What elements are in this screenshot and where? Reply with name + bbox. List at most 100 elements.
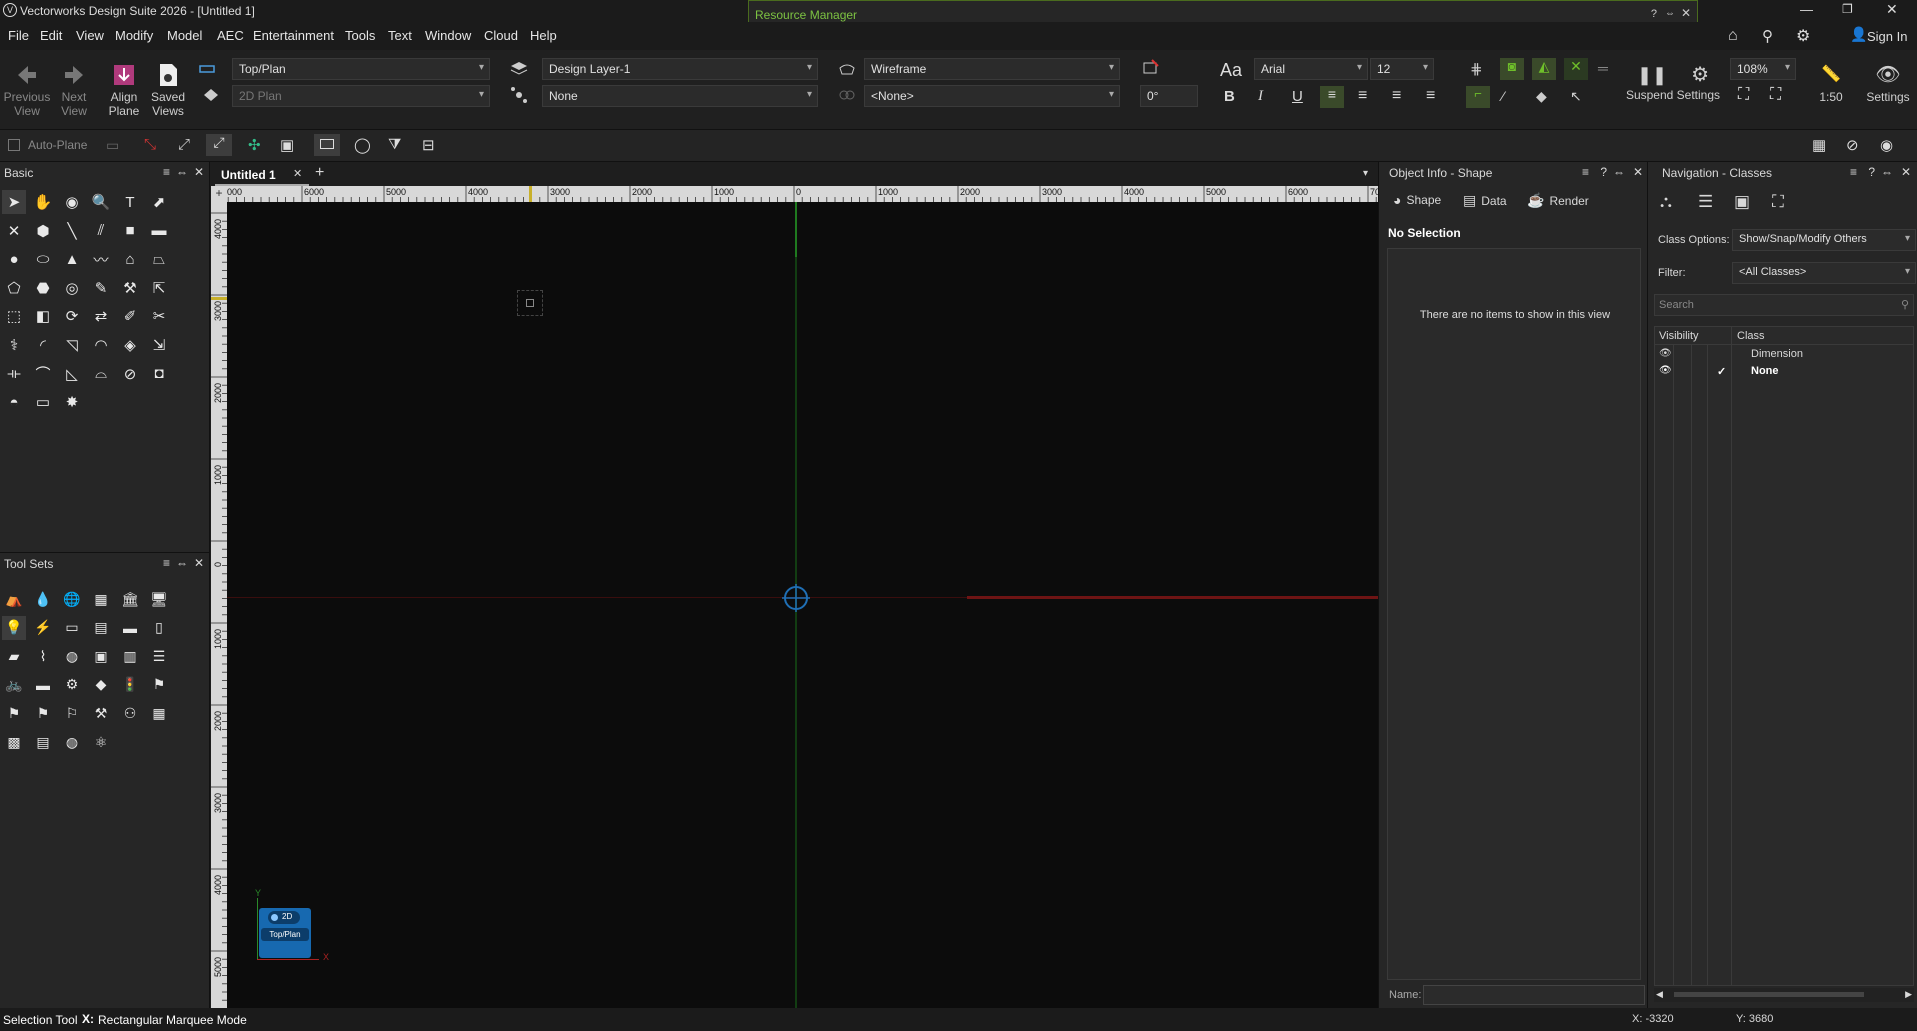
- oip-help-icon[interactable]: ?: [1600, 165, 1607, 179]
- view-cube[interactable]: Y X 2D Top/Plan: [255, 888, 329, 962]
- reshape-tool-icon[interactable]: ⇱: [147, 276, 171, 300]
- pan-tool-icon[interactable]: ✋: [31, 190, 55, 214]
- landscape-toolset-icon[interactable]: 🌐: [60, 587, 84, 611]
- machine-toolset-icon[interactable]: ⚙: [60, 673, 84, 697]
- layer-scale-button[interactable]: 📏 1:50: [1814, 62, 1848, 104]
- rectangular-marquee-mode-button[interactable]: [314, 134, 340, 156]
- snap-loci-icon[interactable]: ↖: [1570, 88, 1582, 105]
- oip-tab-shape[interactable]: ◕ Shape: [1393, 192, 1441, 208]
- snap-object-icon[interactable]: ◙: [1500, 58, 1524, 80]
- font-size-dropdown[interactable]: 12 ▾: [1370, 58, 1434, 80]
- lux-toolset-icon[interactable]: ◍: [60, 730, 84, 754]
- justify-button[interactable]: ≡: [1426, 87, 1435, 105]
- flip-tool-icon[interactable]: ⇄: [89, 304, 113, 328]
- oval-tool-icon[interactable]: ⬭: [31, 247, 55, 271]
- network-toolset-icon[interactable]: ⚛: [89, 730, 113, 754]
- visibility-eye-icon[interactable]: 👁: [1659, 348, 1672, 359]
- line-tool-icon[interactable]: ╲: [60, 219, 84, 243]
- arc-shape-tool-icon[interactable]: ◓: [2, 390, 26, 414]
- minimize-button[interactable]: —: [1800, 2, 1813, 17]
- snap-angle-icon[interactable]: ◭: [1532, 58, 1556, 80]
- polygon-tool-icon[interactable]: ⬣: [31, 276, 55, 300]
- spot-3-toolset-icon[interactable]: ⚑: [31, 701, 55, 725]
- stage-toolset-icon[interactable]: ⚇: [118, 701, 142, 725]
- nav-help-icon[interactable]: ?: [1868, 165, 1875, 179]
- fit-to-window-icon[interactable]: ⛶: [1738, 86, 1749, 104]
- arc-tool-icon[interactable]: ◜: [31, 333, 55, 357]
- oip-close-icon[interactable]: ✕: [1633, 165, 1643, 179]
- selection-tool-icon[interactable]: ➤: [2, 190, 26, 214]
- arch-tool-icon[interactable]: ⌂: [118, 247, 142, 271]
- nav-sheets-icon[interactable]: ▣: [1734, 192, 1750, 212]
- snap-grid-icon[interactable]: ⋕: [1470, 60, 1483, 78]
- visibility-toggle-icon[interactable]: ⊘: [1846, 136, 1859, 154]
- spot-4-toolset-icon[interactable]: ⚐: [60, 701, 84, 725]
- traffic-toolset-icon[interactable]: 🚦: [118, 673, 142, 697]
- class-options-dropdown[interactable]: Show/Snap/Modify Others ▾: [1732, 229, 1916, 251]
- previous-view-button[interactable]: Previous View: [4, 62, 50, 118]
- bold-button[interactable]: B: [1224, 88, 1235, 105]
- nav-viewports-icon[interactable]: ⛶: [1772, 192, 1784, 212]
- polyline-tool-icon[interactable]: ⬠: [2, 276, 26, 300]
- misc-tool-icon[interactable]: ✸: [60, 390, 84, 414]
- lighting-toolset-icon[interactable]: 💡: [2, 615, 26, 640]
- saved-views-button[interactable]: Saved Views: [148, 62, 188, 118]
- qr-toolset-icon[interactable]: ▩: [2, 730, 26, 754]
- help-icon[interactable]: ?: [1651, 8, 1657, 20]
- plane-rotation-icon[interactable]: [1142, 58, 1160, 76]
- toolsets-pin-icon[interactable]: ⇔: [176, 556, 188, 570]
- attribute-mapping-tool-icon[interactable]: ⚒: [118, 276, 142, 300]
- constrained-tool-icon[interactable]: ⌒: [31, 362, 55, 386]
- snap-tangent-icon[interactable]: ⌐: [1466, 86, 1490, 108]
- spotlight-toolset-icon[interactable]: ⚑: [147, 673, 171, 697]
- nav-layers-icon[interactable]: ☰: [1698, 192, 1713, 212]
- mode-icon-9[interactable]: ⊟: [422, 136, 435, 154]
- mode-icon-2[interactable]: ⤢: [178, 136, 190, 153]
- truss-toolset-icon[interactable]: ▰: [2, 644, 26, 668]
- italic-button[interactable]: I: [1258, 88, 1263, 105]
- menu-entertainment[interactable]: Entertainment: [253, 28, 334, 43]
- electric-toolset-icon[interactable]: ⚡: [31, 616, 55, 640]
- circle-tool-icon[interactable]: ●: [2, 247, 26, 271]
- class-row[interactable]: 👁 ✓ None: [1655, 364, 1913, 380]
- snap-intersection-icon[interactable]: ✕: [1564, 58, 1588, 80]
- snap-point-icon[interactable]: ⁄: [1502, 88, 1504, 104]
- display-toolset-icon[interactable]: 🖥: [147, 587, 171, 611]
- oip-pin-icon[interactable]: ⇔: [1613, 165, 1625, 179]
- menu-modify[interactable]: Modify: [115, 28, 153, 43]
- snap-edge-icon[interactable]: ◆: [1536, 88, 1547, 105]
- sign-in-link[interactable]: Sign In: [1867, 29, 1907, 44]
- door-toolset-icon[interactable]: ▯: [147, 616, 171, 640]
- multi-arc-tool-icon[interactable]: ⌓: [89, 362, 113, 386]
- menu-tools[interactable]: Tools: [345, 28, 375, 43]
- search-icon[interactable]: ⚲: [1762, 27, 1773, 45]
- mode-icon-3[interactable]: ⤢: [206, 134, 232, 156]
- curve-tool-icon[interactable]: ◠: [89, 333, 113, 357]
- palette-pin-icon[interactable]: ⇔: [176, 165, 188, 179]
- snap-distance-icon[interactable]: ═: [1598, 60, 1608, 76]
- menu-aec[interactable]: AEC: [217, 28, 244, 43]
- double-line-tool-icon[interactable]: ⫽: [89, 219, 113, 243]
- column-class[interactable]: Class: [1737, 330, 1765, 342]
- globe-icon[interactable]: ◉: [1880, 136, 1893, 154]
- 3d-object-tool-icon[interactable]: ⬢: [31, 219, 55, 243]
- font-dropdown[interactable]: Arial ▾: [1254, 58, 1368, 80]
- vehicle-toolset-icon[interactable]: 🚲: [2, 673, 26, 697]
- extend-tool-icon[interactable]: ⇲: [147, 333, 171, 357]
- menu-view[interactable]: View: [76, 28, 104, 43]
- nav-close-icon[interactable]: ✕: [1901, 165, 1911, 179]
- fit-to-objects-icon[interactable]: ⛶: [1770, 86, 1781, 104]
- detail-toolset-icon[interactable]: ☰: [147, 644, 171, 668]
- rotate-tool-icon[interactable]: ⟳: [60, 304, 84, 328]
- oip-name-field[interactable]: [1423, 985, 1645, 1005]
- rotation-angle-field[interactable]: 0°: [1140, 85, 1198, 107]
- menu-help[interactable]: Help: [530, 28, 557, 43]
- zoom-tool-icon[interactable]: 🔍: [89, 190, 113, 214]
- rounded-rect-tool-icon[interactable]: ▬: [147, 219, 171, 243]
- dimension-tool-icon[interactable]: ⟛: [2, 362, 26, 386]
- active-layer-dropdown[interactable]: Design Layer-1 ▾: [542, 58, 818, 80]
- flyover-tool-icon[interactable]: ◉: [60, 190, 84, 214]
- auto-plane-checkbox[interactable]: [8, 139, 20, 151]
- lasso-mode-icon[interactable]: ◯: [354, 136, 371, 154]
- cabinet-toolset-icon[interactable]: ▣: [89, 644, 113, 668]
